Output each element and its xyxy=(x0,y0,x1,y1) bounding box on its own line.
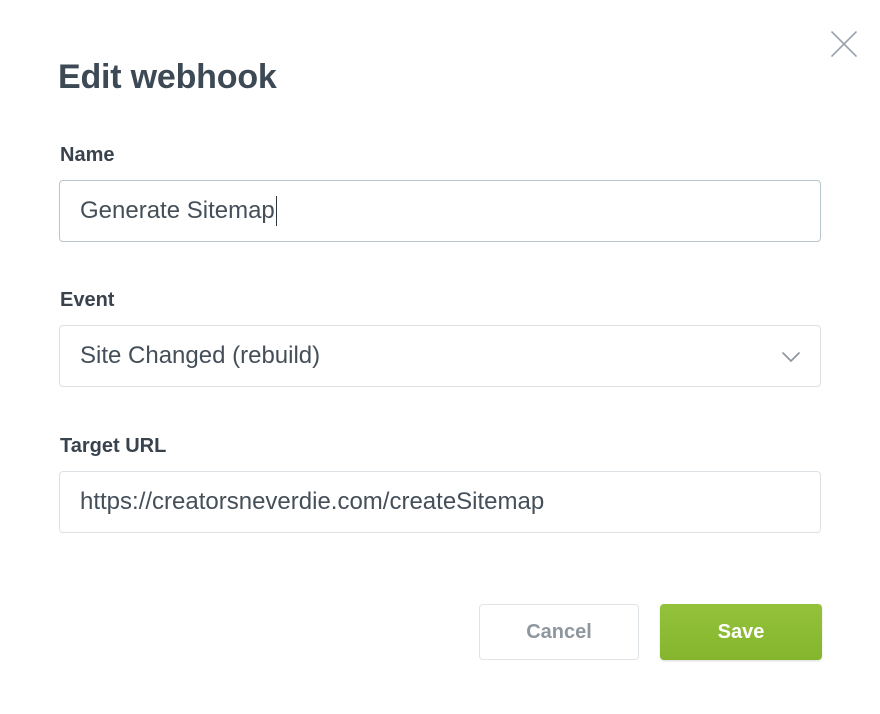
target-url-input-value: https://creatorsneverdie.com/createSitem… xyxy=(80,488,545,515)
dialog-title: Edit webhook xyxy=(58,58,277,96)
target-url-input[interactable]: https://creatorsneverdie.com/createSitem… xyxy=(59,471,821,533)
target-url-label: Target URL xyxy=(60,435,167,457)
text-cursor xyxy=(275,196,278,226)
cancel-button[interactable]: Cancel xyxy=(479,604,639,660)
name-label: Name xyxy=(60,144,115,166)
name-input-value: Generate Sitemap xyxy=(80,197,275,224)
edit-webhook-dialog: Edit webhook Name Generate Sitemap Event… xyxy=(0,0,880,714)
event-select-value: Site Changed (rebuild) xyxy=(80,342,321,369)
chevron-down-icon xyxy=(782,352,800,362)
name-input[interactable]: Generate Sitemap xyxy=(59,180,821,242)
save-button[interactable]: Save xyxy=(660,604,822,660)
close-button[interactable] xyxy=(826,26,862,62)
close-icon xyxy=(831,31,857,57)
event-select[interactable]: Site Changed (rebuild) xyxy=(59,325,821,387)
event-label: Event xyxy=(60,289,115,311)
